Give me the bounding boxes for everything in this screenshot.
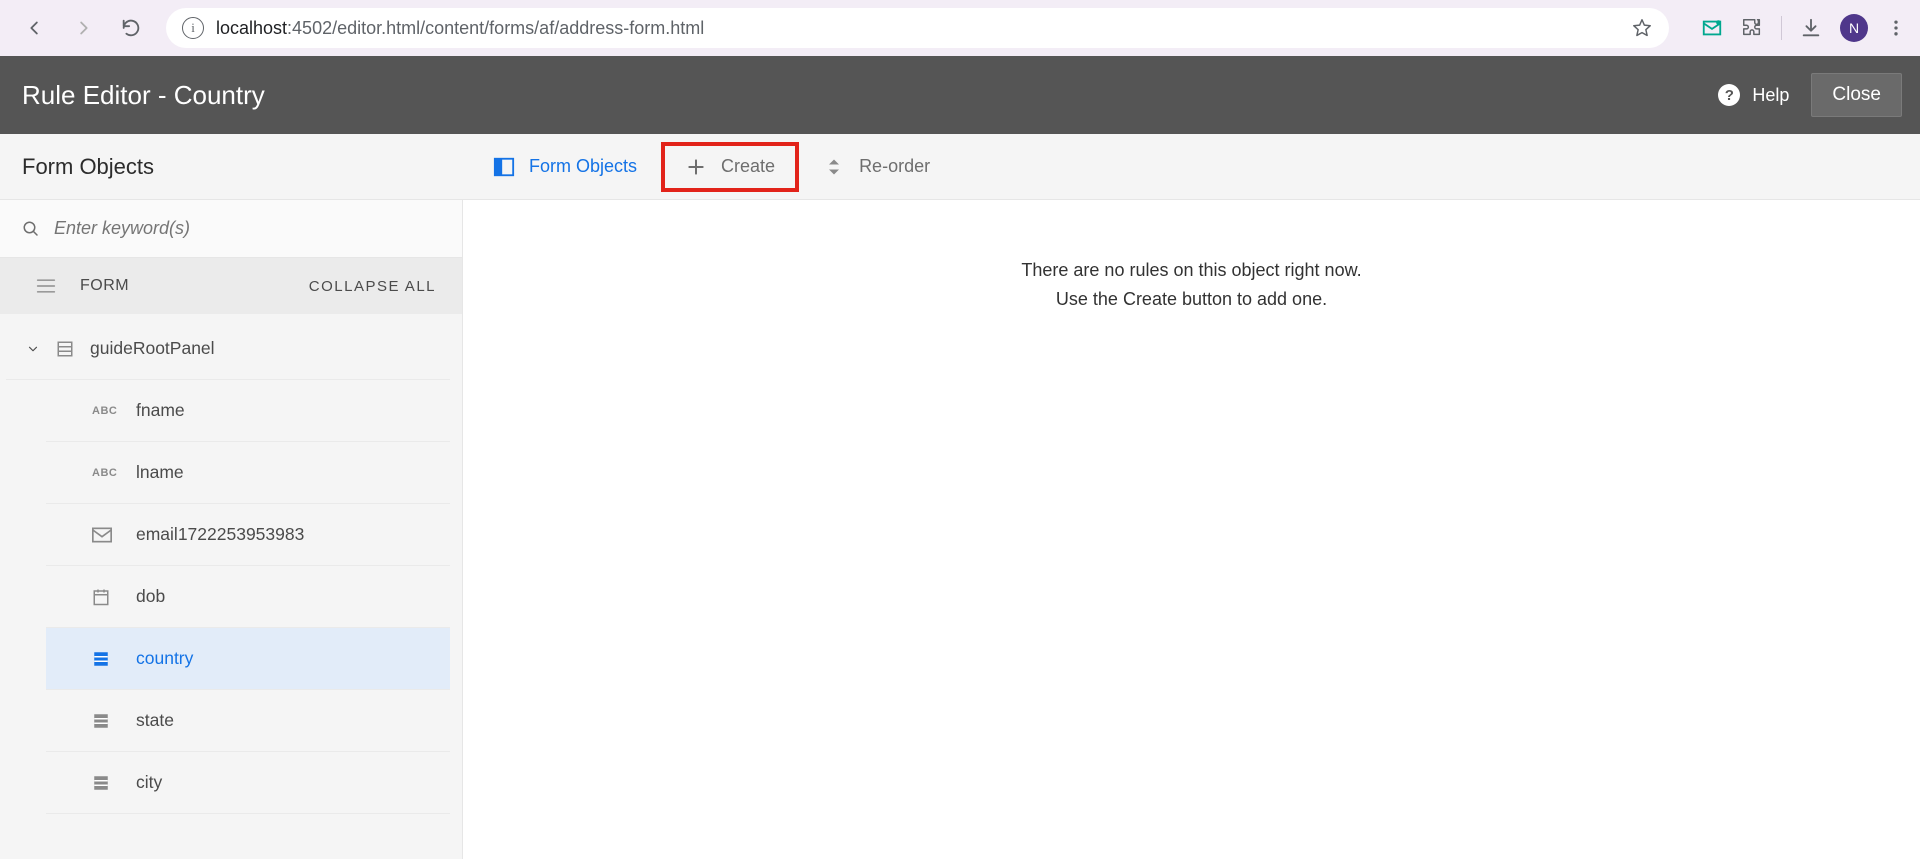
download-icon	[1800, 17, 1822, 39]
tab-label: Form Objects	[529, 156, 637, 177]
help-button[interactable]: ? Help	[1718, 84, 1789, 106]
empty-state-line1: There are no rules on this object right …	[463, 256, 1920, 285]
tree-item-label: fname	[136, 400, 185, 421]
tree-root-label: guideRootPanel	[90, 338, 215, 359]
site-info-icon[interactable]: i	[182, 17, 204, 39]
page-title: Rule Editor - Country	[22, 80, 1718, 111]
collapse-all-button[interactable]: COLLAPSE ALL	[309, 278, 436, 295]
chevron-down-icon	[26, 342, 40, 356]
profile-avatar[interactable]: N	[1840, 14, 1868, 42]
bookmark-button[interactable]	[1631, 17, 1653, 39]
text-field-icon: ABC	[92, 467, 114, 479]
reload-icon	[120, 17, 142, 39]
create-label: Create	[721, 156, 775, 177]
form-tree: guideRootPanel ABC fname ABC lname email1722…	[0, 314, 462, 814]
tree-root-node[interactable]: guideRootPanel	[6, 318, 450, 380]
sidebar: FORM COLLAPSE ALL guideRootPanel ABC fnam…	[0, 200, 463, 859]
reorder-button[interactable]: Re-order	[799, 144, 954, 190]
reorder-label: Re-order	[859, 156, 930, 177]
search-icon	[22, 220, 40, 238]
kebab-menu-button[interactable]	[1886, 17, 1906, 39]
create-button[interactable]: Create	[661, 142, 799, 192]
tree-item-email1722253953983[interactable]: email1722253953983	[46, 504, 450, 566]
plus-icon	[685, 156, 707, 178]
avatar-initial: N	[1849, 20, 1859, 36]
sidebar-heading: Form Objects	[0, 154, 463, 180]
url-bar[interactable]: i localhost:4502/editor.html/content/for…	[166, 8, 1669, 48]
panel-icon	[56, 340, 74, 358]
form-bar: FORM COLLAPSE ALL	[0, 258, 462, 314]
tree-item-label: city	[136, 772, 162, 793]
dropdown-icon	[92, 712, 114, 730]
extensions-button[interactable]	[1741, 17, 1763, 39]
tree-item-label: country	[136, 648, 193, 669]
form-label: FORM	[80, 277, 309, 295]
empty-state-line2: Use the Create button to add one.	[463, 285, 1920, 314]
arrow-left-icon	[24, 17, 46, 39]
tree-item-label: state	[136, 710, 174, 731]
tree-item-city[interactable]: city	[46, 752, 450, 814]
email-icon	[92, 527, 114, 543]
help-label: Help	[1752, 85, 1789, 106]
divider	[1781, 16, 1782, 40]
sub-toolbar: Form Objects Form Objects Create Re-orde…	[0, 134, 1920, 200]
tree-item-dob[interactable]: dob	[46, 566, 450, 628]
puzzle-icon	[1741, 17, 1763, 39]
tree-item-label: email1722253953983	[136, 524, 304, 545]
reorder-icon	[823, 156, 845, 178]
star-icon	[1631, 17, 1653, 39]
tree-item-label: lname	[136, 462, 184, 483]
toolbar: Form Objects Create Re-order	[463, 142, 954, 192]
forward-button[interactable]	[66, 11, 100, 45]
dropdown-icon	[92, 774, 114, 792]
sidebar-search[interactable]	[0, 200, 462, 258]
back-button[interactable]	[18, 11, 52, 45]
help-icon: ?	[1718, 84, 1740, 106]
browser-right-icons: N	[1687, 14, 1906, 42]
tree-item-country[interactable]: country	[46, 628, 450, 690]
reload-button[interactable]	[114, 11, 148, 45]
list-icon	[36, 278, 58, 294]
mail-extension-icon[interactable]	[1701, 17, 1723, 39]
tree-item-state[interactable]: state	[46, 690, 450, 752]
dropdown-icon	[92, 650, 114, 668]
downloads-button[interactable]	[1800, 17, 1822, 39]
arrow-right-icon	[72, 17, 94, 39]
date-icon	[92, 588, 114, 606]
close-button[interactable]: Close	[1811, 73, 1902, 117]
tree-item-label: dob	[136, 586, 165, 607]
app-header: Rule Editor - Country ? Help Close	[0, 56, 1920, 134]
browser-chrome: i localhost:4502/editor.html/content/for…	[0, 0, 1920, 56]
url-text: localhost:4502/editor.html/content/forms…	[216, 18, 1619, 39]
tree-item-fname[interactable]: ABC fname	[46, 380, 450, 442]
tree-item-lname[interactable]: ABC lname	[46, 442, 450, 504]
main-area: FORM COLLAPSE ALL guideRootPanel ABC fnam…	[0, 200, 1920, 859]
rules-content: There are no rules on this object right …	[463, 200, 1920, 859]
kebab-icon	[1886, 17, 1906, 39]
tree-children: ABC fname ABC lname email1722253953983 dob cou…	[0, 380, 462, 814]
search-input[interactable]	[54, 218, 440, 239]
panel-icon	[493, 156, 515, 178]
tab-form-objects[interactable]: Form Objects	[469, 144, 661, 190]
text-field-icon: ABC	[92, 405, 114, 417]
